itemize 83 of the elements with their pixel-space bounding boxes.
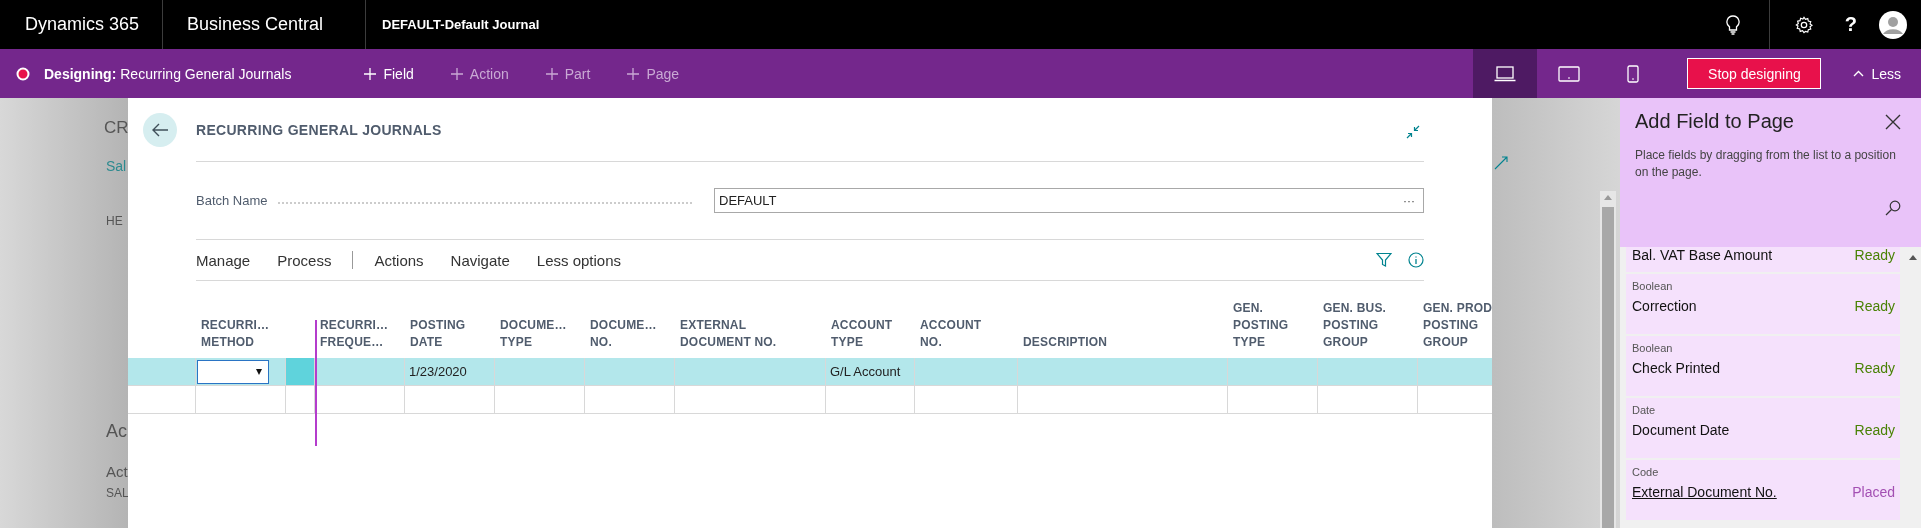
field-card[interactable]: Code External Document No. Placed xyxy=(1626,460,1900,520)
column-header[interactable]: ACCOUNT TYPE xyxy=(831,317,915,351)
menu-item[interactable]: Actions xyxy=(374,251,424,269)
record-icon xyxy=(16,66,30,81)
table-cell: G/L Account xyxy=(830,364,901,379)
plus-icon xyxy=(364,67,377,80)
field-type: Boolean xyxy=(1632,342,1674,356)
app-name: Business Central xyxy=(187,14,325,35)
field-card[interactable]: Bal. VAT Base Amount Ready xyxy=(1626,247,1900,272)
expand-icon xyxy=(1494,156,1508,170)
dropdown-field[interactable] xyxy=(197,359,269,384)
panel-description: Place fields by dragging from the list to a position on the page. xyxy=(1635,147,1897,181)
help-button[interactable]: ? xyxy=(1844,13,1857,36)
phone-icon xyxy=(1627,64,1640,83)
field-status: Ready xyxy=(1854,247,1895,263)
search-icon[interactable] xyxy=(1885,200,1901,216)
close-icon[interactable] xyxy=(1885,113,1901,130)
panel-title: Add Field to Page xyxy=(1635,110,1794,133)
column-header[interactable]: GEN. BUS. POSTING GROUP xyxy=(1323,300,1418,351)
table-cell: 1/23/2020 xyxy=(409,364,467,379)
laptop-icon xyxy=(1494,65,1517,82)
column-header[interactable]: GEN. PROD POSTING GROUP xyxy=(1423,300,1492,351)
field-card[interactable]: Boolean Correction Ready xyxy=(1626,274,1900,334)
stop-designing-button[interactable]: Stop designing xyxy=(1687,58,1822,89)
field-name: Check Printed xyxy=(1632,360,1720,376)
settings-icon[interactable] xyxy=(1794,15,1813,34)
plus-icon xyxy=(545,67,558,80)
menu-item[interactable]: Manage xyxy=(196,251,251,269)
background-text: Sal xyxy=(106,158,127,174)
menu-item[interactable]: Navigate xyxy=(450,251,510,269)
table-cell[interactable] xyxy=(196,358,286,385)
field-card[interactable]: Boolean Check Printed Ready xyxy=(1626,336,1900,396)
company-name: DEFAULT-Default Journal xyxy=(382,17,540,32)
back-arrow-icon xyxy=(152,122,168,137)
lookup-button[interactable]: ··· xyxy=(1403,193,1415,208)
field-status: Placed xyxy=(1852,484,1895,500)
field-type: Date xyxy=(1632,404,1657,418)
column-header[interactable]: GEN. POSTING TYPE xyxy=(1233,300,1318,351)
back-button[interactable] xyxy=(143,112,177,147)
caret-icon xyxy=(256,368,262,375)
chevron-up-icon xyxy=(1853,70,1865,77)
plus-icon xyxy=(450,67,463,80)
field-card[interactable]: Date Document Date Ready xyxy=(1626,398,1900,458)
field-type: Code xyxy=(1632,466,1660,480)
field-name: Bal. VAT Base Amount xyxy=(1632,247,1773,263)
menu-item[interactable]: Process xyxy=(277,251,332,269)
field-label: Batch Name xyxy=(196,193,268,208)
background-text: SAL xyxy=(106,486,129,500)
tablet-icon xyxy=(1558,65,1581,82)
add-button[interactable]: Field xyxy=(364,65,414,82)
batch-name-field[interactable]: DEFAULT ··· xyxy=(714,188,1424,213)
filter-icon[interactable] xyxy=(1376,252,1392,268)
column-header[interactable]: ACCOUNT NO. xyxy=(920,317,1018,351)
plus-icon xyxy=(627,67,640,80)
info-icon[interactable] xyxy=(1408,252,1424,268)
avatar-icon[interactable] xyxy=(1879,10,1907,39)
designing-label: Designing: Recurring General Journals xyxy=(44,65,292,82)
background-text: HE xyxy=(106,214,123,228)
background-text: CR xyxy=(104,118,129,138)
field-status: Ready xyxy=(1854,298,1895,314)
column-header[interactable]: RECURRI… FREQUE… xyxy=(320,317,405,351)
background-text: Act xyxy=(106,463,128,480)
scrollbar[interactable] xyxy=(1600,191,1616,528)
product-name: Dynamics 365 xyxy=(25,14,140,35)
less-button[interactable]: Less xyxy=(1853,65,1901,82)
field-status: Ready xyxy=(1854,360,1895,376)
field-name: External Document No. xyxy=(1632,484,1777,500)
desktop-view-button[interactable] xyxy=(1473,49,1538,98)
collapse-icon[interactable] xyxy=(1406,124,1420,139)
lightbulb-icon[interactable] xyxy=(1725,14,1740,35)
field-status: Ready xyxy=(1854,422,1895,438)
column-header[interactable]: DOCUME… TYPE xyxy=(500,317,585,351)
column-header[interactable]: POSTING DATE xyxy=(410,317,495,351)
background-text: Ac xyxy=(106,421,127,442)
column-header[interactable]: RECURRI… METHOD xyxy=(201,317,286,351)
field-name: Document Date xyxy=(1632,422,1730,438)
menu-item[interactable]: Less options xyxy=(536,251,622,269)
field-type: Boolean xyxy=(1632,280,1674,294)
column-header[interactable]: DESCRIPTION xyxy=(1023,334,1228,351)
column-header[interactable]: DOCUME… NO. xyxy=(590,317,675,351)
column-header[interactable]: EXTERNAL DOCUMENT NO. xyxy=(680,317,826,351)
dialog-title: RECURRING GENERAL JOURNALS xyxy=(196,121,442,138)
field-name: Correction xyxy=(1632,298,1697,314)
